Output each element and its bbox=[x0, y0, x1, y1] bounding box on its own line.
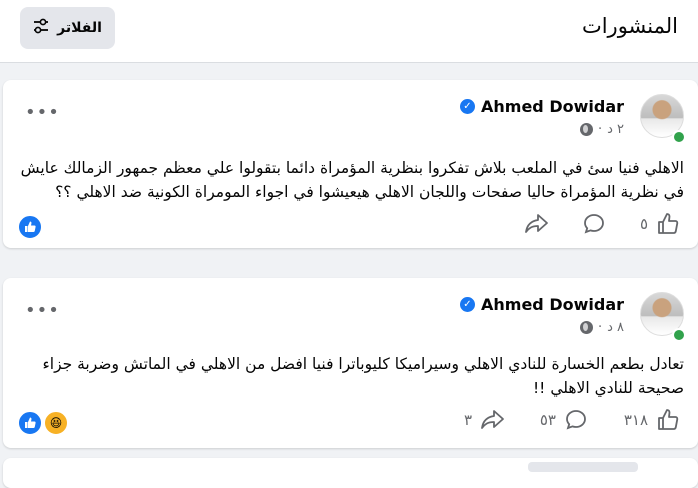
comment-button[interactable] bbox=[582, 212, 606, 236]
haha-reaction-icon: 😆 bbox=[43, 410, 69, 436]
partial-content bbox=[528, 462, 638, 472]
share-count: ٣ bbox=[463, 411, 472, 429]
filters-button[interactable]: الفلاتر bbox=[20, 7, 115, 49]
filters-label: الفلاتر bbox=[57, 20, 102, 36]
like-button[interactable]: ٣١٨ bbox=[624, 408, 680, 432]
comment-count: ٥٣ bbox=[539, 411, 556, 429]
author-row: ✓ Ahmed Dowidar bbox=[460, 295, 624, 314]
author-name[interactable]: Ahmed Dowidar bbox=[481, 295, 624, 314]
comment-button[interactable]: ٥٣ bbox=[540, 408, 588, 432]
thumbs-up-icon bbox=[656, 408, 680, 432]
post-card: ✓ Ahmed Dowidar ٨ د · ••• تعادل بطعم الخ… bbox=[3, 278, 698, 448]
reactions-summary[interactable]: 😆 bbox=[17, 410, 69, 436]
post-text: تعادل بطعم الخسارة للنادي الاهلي وسيرامي… bbox=[42, 355, 684, 397]
share-icon bbox=[480, 408, 506, 432]
globe-icon bbox=[579, 123, 593, 136]
author-row: ✓ Ahmed Dowidar bbox=[460, 97, 624, 116]
online-status-dot bbox=[672, 130, 686, 144]
like-reaction-icon bbox=[17, 410, 43, 436]
more-options-icon[interactable]: ••• bbox=[25, 300, 60, 321]
post-meta: ٨ د · bbox=[579, 320, 624, 335]
share-button[interactable] bbox=[524, 212, 550, 236]
post-actions: ٥ bbox=[3, 210, 698, 246]
more-options-icon[interactable]: ••• bbox=[25, 102, 60, 123]
author-name[interactable]: Ahmed Dowidar bbox=[481, 97, 624, 116]
post-time[interactable]: ٢ د bbox=[607, 122, 624, 137]
comment-icon bbox=[564, 408, 588, 432]
like-count: ٥ bbox=[639, 215, 648, 233]
thumbs-up-icon bbox=[656, 212, 680, 236]
reactions-summary[interactable] bbox=[17, 214, 43, 240]
verified-badge-icon: ✓ bbox=[460, 99, 475, 114]
comment-icon bbox=[582, 212, 606, 236]
verified-badge-icon: ✓ bbox=[460, 297, 475, 312]
post-actions: ٣١٨ ٥٣ ٣ 😆 bbox=[3, 406, 698, 442]
sliders-icon bbox=[33, 18, 49, 38]
like-button[interactable]: ٥ bbox=[640, 212, 680, 236]
share-icon bbox=[524, 212, 550, 236]
post-card-partial bbox=[3, 458, 698, 488]
globe-icon bbox=[579, 321, 593, 334]
like-reaction-icon bbox=[17, 214, 43, 240]
post-card: ✓ Ahmed Dowidar ٢ د · ••• الاهلي فنيا سئ… bbox=[3, 80, 698, 248]
top-bar: المنشورات الفلاتر bbox=[0, 0, 698, 63]
online-status-dot bbox=[672, 328, 686, 342]
post-text: الاهلي فنيا سئ في الملعب بلاش تفكروا بنظ… bbox=[20, 159, 684, 201]
like-count: ٣١٨ bbox=[623, 411, 648, 429]
post-meta: ٢ د · bbox=[579, 122, 624, 137]
page-title: المنشورات bbox=[581, 14, 678, 38]
post-time[interactable]: ٨ د bbox=[607, 320, 624, 335]
share-button[interactable]: ٣ bbox=[464, 408, 506, 432]
